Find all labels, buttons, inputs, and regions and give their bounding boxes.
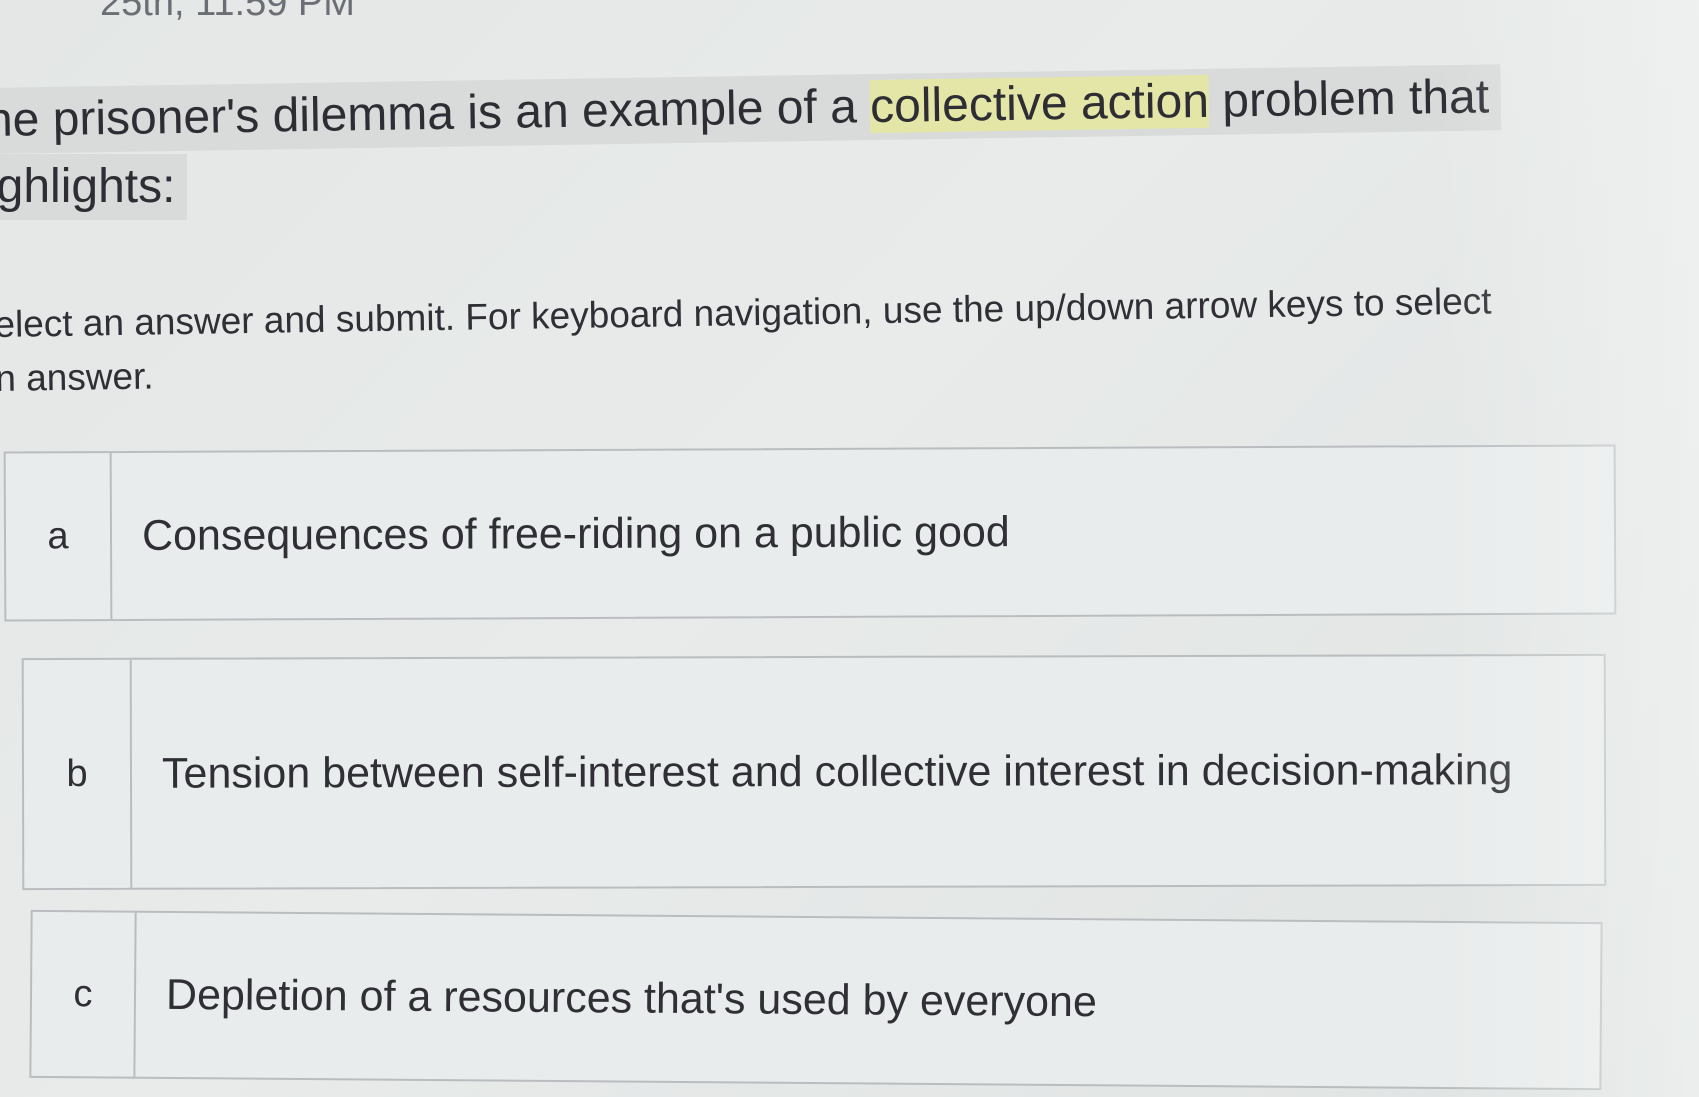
- quiz-screen: 25th, 11:59 PM he prisoner's dilemma is …: [0, 0, 1699, 1097]
- answer-option-c[interactable]: c Depletion of a resources that's used b…: [29, 909, 1603, 1091]
- due-date-text: 25th, 11:59 PM: [100, 0, 355, 24]
- answer-option-a[interactable]: a Consequences of free-riding on a publi…: [3, 444, 1617, 622]
- question-prompt: he prisoner's dilemma is an example of a…: [0, 64, 1502, 220]
- question-text-end: problem that: [1208, 70, 1490, 128]
- answer-option-b[interactable]: b Tension between self-interest and coll…: [21, 653, 1607, 891]
- highlighted-phrase: collective action: [869, 74, 1210, 134]
- option-letter: c: [31, 911, 137, 1077]
- answer-instructions: elect an answer and submit. For keyboard…: [0, 272, 1635, 406]
- question-line-1: he prisoner's dilemma is an example of a…: [0, 64, 1502, 154]
- question-text-start: he prisoner's dilemma is an example of a: [0, 80, 871, 147]
- option-text: Depletion of a resources that's used by …: [165, 970, 1098, 1027]
- option-letter: b: [23, 659, 133, 889]
- option-text: Tension between self-interest and collec…: [161, 746, 1513, 798]
- question-line-2: ighlights:: [0, 154, 188, 220]
- option-text: Consequences of free-riding on a public …: [141, 508, 1010, 560]
- option-letter: a: [5, 453, 113, 620]
